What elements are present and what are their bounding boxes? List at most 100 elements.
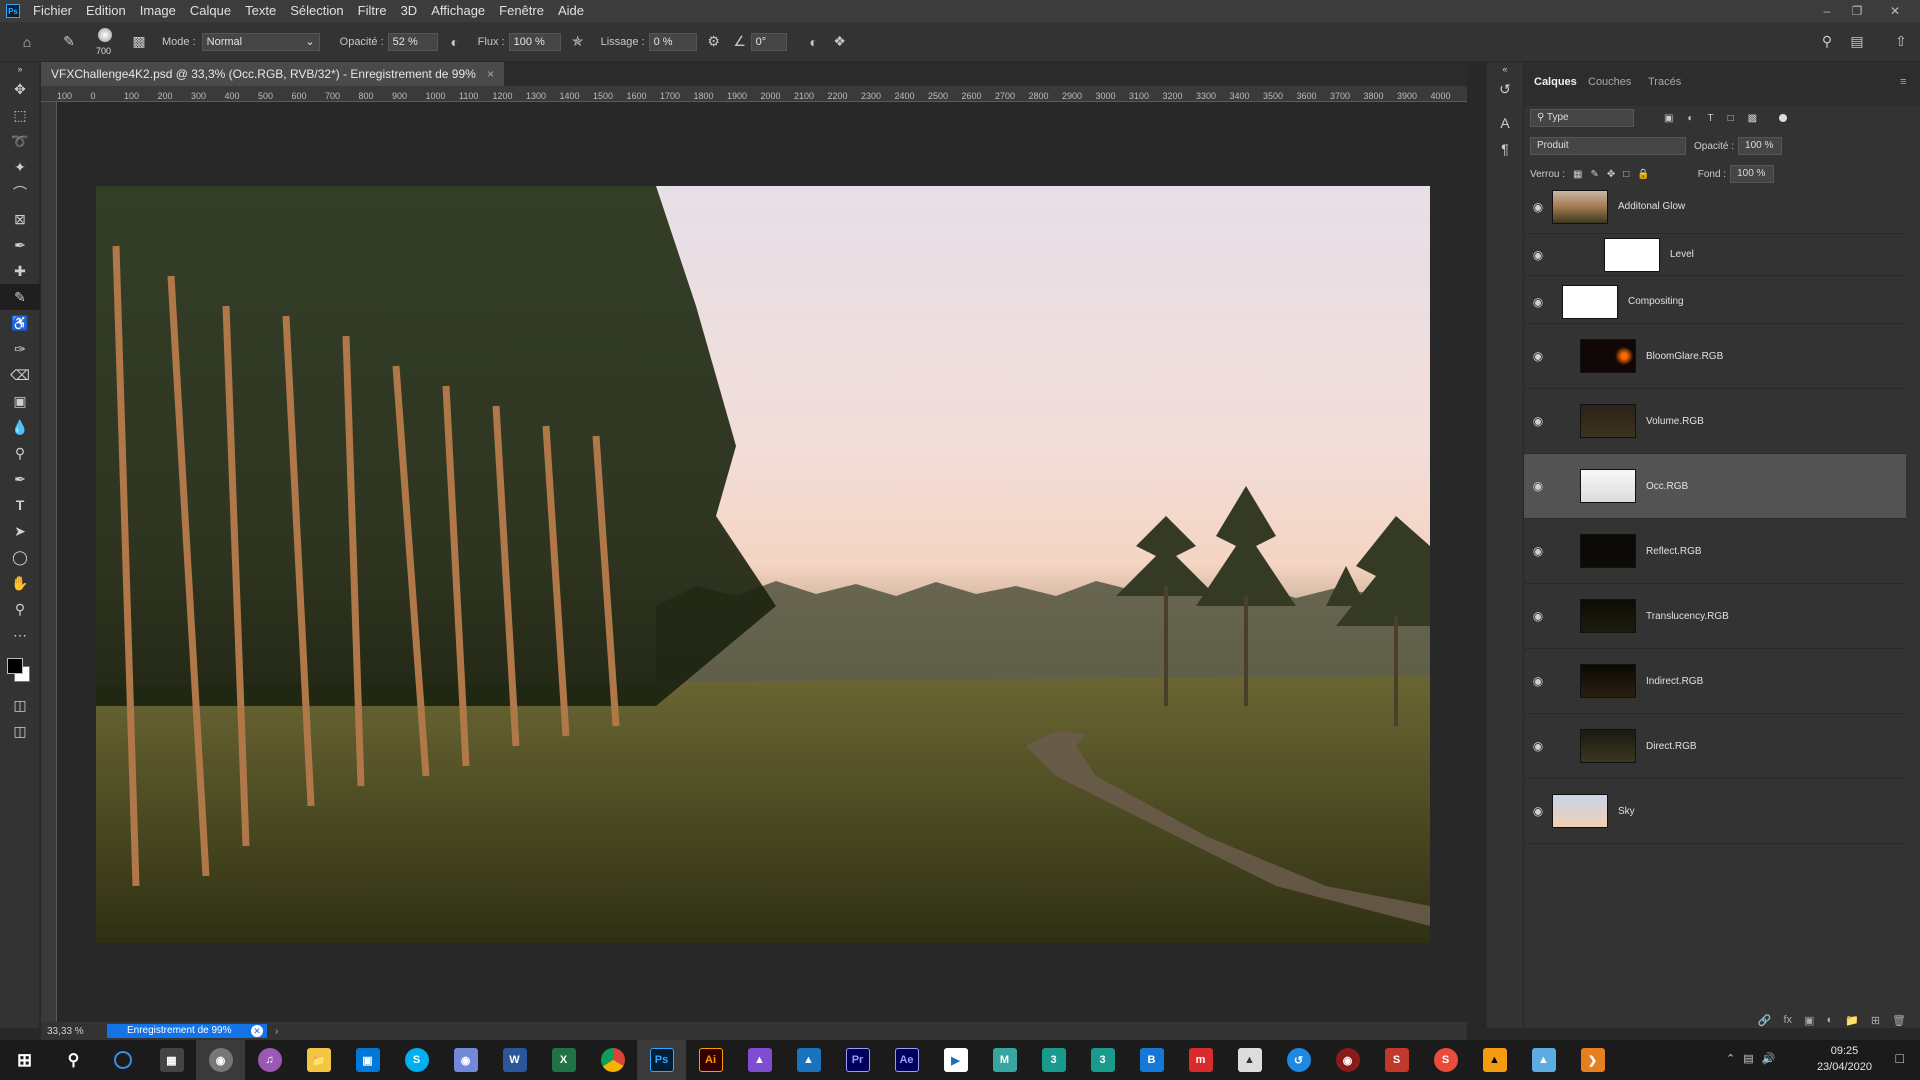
eye-icon[interactable]: ◉ [1524,674,1552,688]
davinci-taskbar-icon[interactable]: ◉ [1323,1040,1372,1080]
ellipse-tool-icon[interactable]: ◯ [0,544,40,570]
add-mask-icon[interactable]: ▣ [1804,1014,1814,1027]
magic-wand-tool-icon[interactable]: ✦ [0,154,40,180]
eye-icon[interactable]: ◉ [1524,414,1552,428]
menu-affichage[interactable]: Affichage [424,0,492,22]
notification-icon[interactable]: □ [1896,1050,1904,1066]
angle-field[interactable]: 0° [750,32,787,51]
layer-row[interactable]: ◉ Reflect.RGB [1524,519,1906,584]
visual-studio-taskbar-icon[interactable]: ▶ [931,1040,980,1080]
clone-stamp-tool-icon[interactable]: ♿ [0,310,40,336]
filter-icons[interactable]: ▣◐T□▩ [1664,113,1771,124]
menu-calque[interactable]: Calque [183,0,238,22]
dodge-tool-icon[interactable]: ⚲ [0,440,40,466]
lock-icons[interactable]: ▦✎✥□🔒 [1573,169,1658,180]
eye-icon[interactable]: ◉ [1524,544,1552,558]
blur-tool-icon[interactable]: 💧 [0,414,40,440]
menu-aide[interactable]: Aide [551,0,591,22]
color-swatches[interactable] [0,648,40,692]
minimize-icon[interactable]: – [1812,0,1842,22]
world-creator-taskbar-icon[interactable]: ▲ [1519,1040,1568,1080]
brush-tool-icon[interactable]: ✎ [0,284,40,310]
chrome-taskbar-icon[interactable] [588,1040,637,1080]
symmetry-icon[interactable]: ❖ [829,33,851,50]
layer-row[interactable]: ◉ Compositing [1524,280,1906,324]
skype-taskbar-icon[interactable]: S [392,1040,441,1080]
layer-row[interactable]: ◉ Sky [1524,779,1906,844]
layer-row[interactable]: ◉ Translucency.RGB [1524,584,1906,649]
warning-taskbar-icon[interactable]: ▲ [1470,1040,1519,1080]
new-layer-icon[interactable]: ⊞ [1871,1014,1880,1027]
collapse-icon[interactable]: « [1487,62,1523,76]
layer-thumbnail[interactable] [1580,534,1636,568]
screen-mode-icon[interactable]: ◫ [0,718,40,744]
layer-row[interactable]: ◉ Volume.RGB [1524,389,1906,454]
eye-icon[interactable]: ◉ [1524,349,1552,363]
substance-designer-taskbar-icon[interactable]: S [1421,1040,1470,1080]
layer-row[interactable]: ◉ Level [1524,234,1906,276]
home-icon[interactable]: ⌂ [16,34,38,50]
close-icon[interactable]: × [487,67,494,81]
layer-thumbnail[interactable] [1552,189,1608,224]
menu-3d[interactable]: 3D [394,0,425,22]
layer-row[interactable]: ◉ Occ.RGB [1524,454,1906,519]
pressure-opacity-icon[interactable]: ◐ [444,34,466,50]
blender-taskbar-icon[interactable]: B [1127,1040,1176,1080]
mode-select[interactable]: Normal ⌄ [201,32,320,51]
type-tool-icon[interactable]: T [0,492,40,518]
lasso-tool-icon[interactable]: ➰ [0,128,40,154]
houdini-taskbar-icon[interactable]: ❯ [1568,1040,1617,1080]
paragraph-panel-icon[interactable]: ¶ [1487,136,1523,162]
eraser-tool-icon[interactable]: ⌫ [0,362,40,388]
eye-icon[interactable]: ◉ [1524,804,1552,818]
eye-icon[interactable]: ◉ [1524,739,1552,753]
layer-row[interactable]: ◉ BloomGlare.RGB [1524,324,1906,389]
move-tool-icon[interactable]: ✥ [0,76,40,102]
menu-image[interactable]: Image [133,0,183,22]
layer-thumbnail[interactable] [1604,237,1660,272]
layer-thumbnail[interactable] [1580,729,1636,763]
tab-traces[interactable]: Tracés [1648,76,1681,88]
layer-thumbnail[interactable] [1580,599,1636,633]
link-layers-icon[interactable]: 🔗 [1758,1014,1772,1027]
crop-tool-icon[interactable]: ⌒ [0,180,40,206]
search-icon[interactable]: ⚲ [1816,33,1838,50]
layer-thumbnail[interactable] [1562,284,1618,319]
affinity-designer-taskbar-icon[interactable]: ▲ [784,1040,833,1080]
after-effects-taskbar-icon[interactable]: Ae [882,1040,931,1080]
excel-taskbar-icon[interactable]: X [539,1040,588,1080]
3dsmax-alt-taskbar-icon[interactable]: 3 [1078,1040,1127,1080]
system-tray-icons[interactable]: ⌃▤🔊 [1726,1052,1783,1065]
marquee-tool-icon[interactable]: ⬚ [0,102,40,128]
path-selection-tool-icon[interactable]: ➤ [0,518,40,544]
pressure-size-icon[interactable]: ◐ [803,34,825,50]
sync-taskbar-icon[interactable]: ↺ [1274,1040,1323,1080]
eye-icon[interactable]: ◉ [1524,609,1552,623]
windows-start-icon[interactable]: ⊞ [0,1040,49,1080]
maya-taskbar-icon[interactable]: M [980,1040,1029,1080]
music-taskbar-icon[interactable]: ♫ [245,1040,294,1080]
layer-style-icon[interactable]: fx [1783,1014,1792,1026]
calculator-taskbar-icon[interactable]: ▦ [147,1040,196,1080]
close-icon[interactable]: ✕ [1880,0,1910,22]
blend-mode-select[interactable]: Produit [1530,137,1686,155]
layer-thumbnail[interactable] [1580,339,1636,373]
clock[interactable]: 09:25 23/04/2020 [1817,1043,1872,1075]
healing-brush-tool-icon[interactable]: ✚ [0,258,40,284]
document-image[interactable] [96,186,1430,943]
store-taskbar-icon[interactable]: ▣ [343,1040,392,1080]
search-icon[interactable]: ⚲ [49,1040,98,1080]
foreground-color-swatch[interactable] [7,658,23,674]
smoothing-field[interactable]: 0 % [648,32,697,51]
collapse-icon[interactable]: » [0,62,40,76]
character-panel-icon[interactable]: A [1487,110,1523,136]
terragen-taskbar-icon[interactable]: ▲ [1225,1040,1274,1080]
menu-selection[interactable]: Sélection [283,0,350,22]
gear-icon[interactable]: ⚙ [703,33,725,50]
hand-tool-icon[interactable]: ✋ [0,570,40,596]
share-icon[interactable]: ⇧ [1890,33,1912,50]
menu-texte[interactable]: Texte [238,0,283,22]
adjustment-layer-icon[interactable]: ◐ [1826,1014,1833,1026]
filter-type-select[interactable]: ⚲ Type [1530,109,1634,127]
layer-opacity-field[interactable]: 100 % [1738,137,1783,155]
